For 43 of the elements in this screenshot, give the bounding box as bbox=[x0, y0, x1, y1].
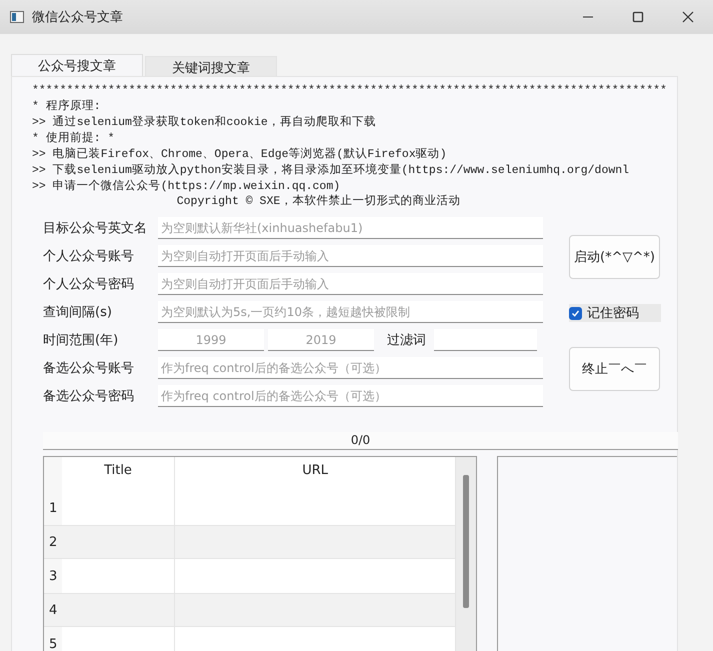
start-button[interactable]: 启动(*^▽^*) bbox=[569, 235, 660, 279]
year-field[interactable]: 1999 bbox=[158, 329, 264, 351]
tab[interactable]: 关键词搜文章 bbox=[145, 56, 277, 76]
scrollbar[interactable] bbox=[456, 457, 476, 651]
row-number: 2 bbox=[44, 525, 62, 559]
field-label: 时间范围(年) bbox=[43, 332, 120, 349]
remember-password-checkbox[interactable]: 记住密码 bbox=[569, 304, 661, 322]
field-label: 目标公众号英文名 bbox=[43, 220, 148, 237]
row-number: 3 bbox=[44, 559, 62, 593]
input-field[interactable]: 为空则自动打开页面后手动输入 bbox=[158, 245, 543, 267]
row-number: 5 bbox=[44, 627, 62, 651]
row-number: 1 bbox=[44, 491, 62, 525]
field-label: 查询间隔(s) bbox=[43, 304, 113, 321]
info-line: ******************************************************************************************** bbox=[32, 83, 665, 99]
info-line: >> 电脑已装Firefox、Chrome、Opera、Edge等浏览器(默认Firefox驱动) bbox=[32, 147, 448, 163]
input-field[interactable]: 为空则自动打开页面后手动输入 bbox=[158, 273, 543, 295]
row-number: 4 bbox=[44, 593, 62, 627]
stop-button[interactable]: 终止￣へ￣ bbox=[569, 347, 660, 391]
filter-label: 过滤词 bbox=[387, 332, 426, 349]
input-field[interactable]: 作为freq control后的备选公众号（可选） bbox=[158, 385, 543, 407]
field-label: 备选公众号账号 bbox=[43, 360, 135, 377]
column-header[interactable]: Title bbox=[62, 457, 175, 491]
field-label: 个人公众号密码 bbox=[43, 276, 135, 293]
input-field[interactable]: 为空则默认新华社(xinhuashefabu1) bbox=[158, 217, 543, 239]
input-field[interactable]: 作为freq control后的备选公众号（可选） bbox=[158, 357, 543, 379]
tab[interactable]: 公众号搜文章 bbox=[11, 54, 143, 76]
info-line: * 程序原理: bbox=[32, 99, 102, 115]
info-line: >> 申请一个微信公众号(https://mp.weixin.qq.com) bbox=[32, 179, 342, 194]
maximize-icon bbox=[632, 11, 644, 23]
close-icon bbox=[682, 11, 694, 23]
field-label: 备选公众号密码 bbox=[43, 388, 135, 405]
year-field[interactable]: 2019 bbox=[268, 329, 374, 351]
copyright-text: Copyright © SXE，本软件禁止一切形式的商业活动 bbox=[176, 195, 462, 209]
field-label: 个人公众号账号 bbox=[43, 248, 135, 265]
app-icon bbox=[10, 11, 24, 23]
checkmark-icon bbox=[571, 308, 580, 318]
progress-text: 0/0 bbox=[350, 432, 372, 449]
info-line: >> 通过selenium登录获取token和cookie，再自动爬取和下载 bbox=[32, 115, 377, 131]
info-line: * 使用前提: * bbox=[32, 131, 116, 147]
info-line: >> 下载selenium驱动放入python安装目录，将目录添加至环境变量(https://www.seleniumhq.org/downl bbox=[32, 163, 630, 179]
window-title: 微信公众号文章 bbox=[32, 9, 124, 26]
filter-field[interactable] bbox=[434, 329, 537, 351]
input-field[interactable]: 为空则默认为5s,一页约10条，越短越快被限制 bbox=[158, 301, 543, 323]
